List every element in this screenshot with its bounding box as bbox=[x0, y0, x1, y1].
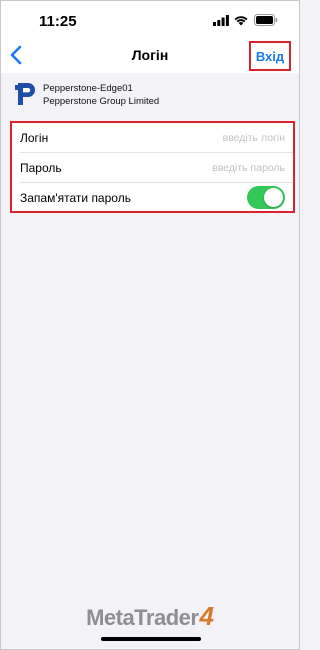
wifi-icon bbox=[234, 16, 248, 26]
brand-number: 4 bbox=[199, 601, 214, 631]
status-bar: 11:25 bbox=[1, 1, 299, 37]
password-row: Пароль bbox=[12, 153, 293, 183]
home-indicator[interactable] bbox=[101, 637, 201, 641]
pepperstone-logo-icon bbox=[15, 83, 35, 105]
remember-password-toggle[interactable] bbox=[247, 186, 285, 209]
navigation-bar: Логін Вхід bbox=[1, 37, 299, 73]
login-button[interactable]: Вхід bbox=[249, 41, 291, 71]
battery-icon bbox=[254, 14, 278, 26]
login-row: Логін bbox=[12, 123, 293, 153]
server-info: Pepperstone-Edge01 Pepperstone Group Lim… bbox=[1, 73, 299, 117]
server-company: Pepperstone Group Limited bbox=[43, 96, 160, 107]
login-label: Логін bbox=[20, 131, 49, 145]
signal-icon bbox=[213, 15, 229, 26]
password-label: Пароль bbox=[20, 161, 62, 175]
toggle-knob bbox=[264, 188, 283, 207]
login-input[interactable] bbox=[155, 129, 285, 147]
server-name: Pepperstone-Edge01 bbox=[43, 83, 133, 94]
remember-password-row: Запам'ятати пароль bbox=[12, 183, 293, 213]
remember-password-label: Запам'ятати пароль bbox=[20, 191, 131, 205]
app-screen: 11:25 Логін Вхід Pepperstone-Edge01 Pepp… bbox=[0, 0, 300, 650]
brand-text: MetaTrader bbox=[86, 605, 199, 630]
status-time: 11:25 bbox=[39, 13, 77, 30]
metatrader-logo: MetaTrader4 bbox=[1, 601, 299, 631]
login-form: Логін Пароль Запам'ятати пароль bbox=[10, 121, 295, 213]
password-input[interactable] bbox=[155, 159, 285, 177]
